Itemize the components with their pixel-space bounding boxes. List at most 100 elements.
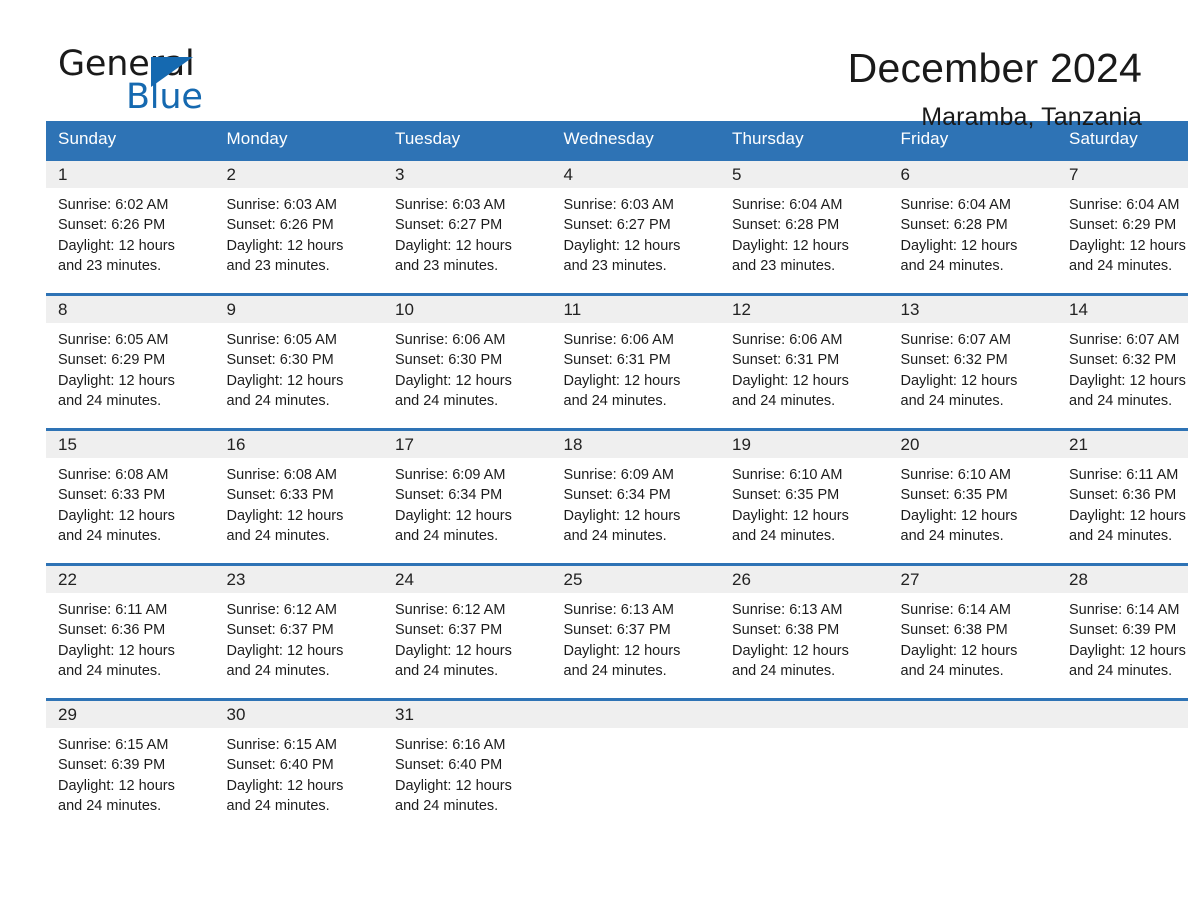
day-cell[interactable]: 30 Sunrise: 6:15 AM Sunset: 6:40 PM Dayligh… xyxy=(214,698,383,833)
day-cell[interactable]: 8 Sunrise: 6:05 AM Sunset: 6:29 PM Daylight… xyxy=(46,293,215,430)
day-cell[interactable]: 3 Sunrise: 6:03 AM Sunset: 6:27 PM Daylight… xyxy=(383,158,552,295)
day-cell[interactable]: 31 Sunrise: 6:16 AM Sunset: 6:40 PM Dayligh… xyxy=(383,698,552,833)
day-cell[interactable]: 17 Sunrise: 6:09 AM Sunset: 6:34 PM Dayligh… xyxy=(383,428,552,565)
day-number: 14 xyxy=(1057,296,1188,323)
day-cell[interactable]: 10 Sunrise: 6:06 AM Sunset: 6:30 PM Dayligh… xyxy=(383,293,552,430)
day-cell[interactable]: 16 Sunrise: 6:08 AM Sunset: 6:33 PM Dayligh… xyxy=(214,428,383,565)
sunrise-text: Sunrise: 6:16 AM xyxy=(395,737,506,753)
day-cell[interactable]: 11 Sunrise: 6:06 AM Sunset: 6:31 PM Dayligh… xyxy=(551,293,721,430)
day-cell[interactable]: 2 Sunrise: 6:03 AM Sunset: 6:26 PM Daylight… xyxy=(214,158,383,295)
sunrise-text: Sunrise: 6:09 AM xyxy=(395,467,506,483)
sunrise-text: Sunrise: 6:04 AM xyxy=(1069,197,1180,213)
day-number: 21 xyxy=(1057,431,1188,458)
day-number: 25 xyxy=(551,566,720,593)
sunset-text: Sunset: 6:38 PM xyxy=(732,622,840,639)
day-number: 13 xyxy=(888,296,1057,323)
daylight-text-line2: and 24 minutes. xyxy=(395,797,499,814)
daylight-text-line1: Daylight: 12 hours xyxy=(1069,507,1186,524)
day-cell[interactable]: 29 Sunrise: 6:15 AM Sunset: 6:39 PM Dayligh… xyxy=(46,698,215,833)
daylight-text-line2: and 23 minutes. xyxy=(563,257,667,274)
day-cell[interactable]: 15 Sunrise: 6:08 AM Sunset: 6:33 PM Dayligh… xyxy=(46,428,215,565)
day-cell-empty xyxy=(551,698,720,833)
sunrise-text: Sunrise: 6:08 AM xyxy=(226,467,337,483)
day-cell-empty xyxy=(1057,698,1188,833)
day-cell[interactable]: 22 Sunrise: 6:11 AM Sunset: 6:36 PM Dayligh… xyxy=(46,563,215,700)
day-details: Sunrise: 6:14 AM Sunset: 6:38 PM Daylight:… xyxy=(889,593,1058,681)
sunset-text: Sunset: 6:33 PM xyxy=(58,487,166,504)
day-details: Sunrise: 6:10 AM Sunset: 6:35 PM Daylight:… xyxy=(889,458,1058,546)
day-cell[interactable]: 19 Sunrise: 6:10 AM Sunset: 6:35 PM Dayligh… xyxy=(720,428,889,565)
day-number: 30 xyxy=(214,701,383,728)
day-cell-empty xyxy=(720,698,889,833)
daylight-text-line1: Daylight: 12 hours xyxy=(395,642,512,659)
day-number: 10 xyxy=(383,296,552,323)
daylight-text-line1: Daylight: 12 hours xyxy=(732,507,849,524)
day-cell[interactable]: 23 Sunrise: 6:12 AM Sunset: 6:37 PM Dayligh… xyxy=(214,563,383,700)
day-cell[interactable]: 21 Sunrise: 6:11 AM Sunset: 6:36 PM Dayligh… xyxy=(1057,428,1188,565)
day-cell[interactable]: 1 Sunrise: 6:02 AM Sunset: 6:26 PM Daylight… xyxy=(46,158,215,295)
daylight-text-line1: Daylight: 12 hours xyxy=(900,372,1018,389)
day-cell[interactable]: 7 Sunrise: 6:04 AM Sunset: 6:29 PM Daylight… xyxy=(1057,158,1188,295)
day-number: 24 xyxy=(383,566,552,593)
day-cell[interactable]: 13 Sunrise: 6:07 AM Sunset: 6:32 PM Dayligh… xyxy=(888,293,1057,430)
daylight-text-line2: and 24 minutes. xyxy=(226,797,330,814)
page-title: December 2024 xyxy=(847,45,1142,91)
day-details: Sunrise: 6:06 AM Sunset: 6:31 PM Daylight:… xyxy=(552,323,721,411)
day-cell[interactable]: 12 Sunrise: 6:06 AM Sunset: 6:31 PM Dayligh… xyxy=(720,293,889,430)
sunset-text: Sunset: 6:40 PM xyxy=(395,757,503,774)
daylight-text-line1: Daylight: 12 hours xyxy=(226,642,344,659)
daylight-text-line1: Daylight: 12 hours xyxy=(395,372,512,389)
day-cell[interactable]: 14 Sunrise: 6:07 AM Sunset: 6:32 PM Dayligh… xyxy=(1057,293,1188,430)
daylight-text-line1: Daylight: 12 hours xyxy=(58,237,175,254)
sunset-text: Sunset: 6:29 PM xyxy=(58,352,166,369)
weekday-header-wednesday: Wednesday xyxy=(551,121,720,160)
day-number xyxy=(888,701,1057,728)
sunrise-text: Sunrise: 6:06 AM xyxy=(732,332,843,348)
sunset-text: Sunset: 6:36 PM xyxy=(1069,487,1177,504)
day-cell[interactable]: 24 Sunrise: 6:12 AM Sunset: 6:37 PM Dayligh… xyxy=(383,563,552,700)
sunset-text: Sunset: 6:30 PM xyxy=(226,352,334,369)
day-cell[interactable]: 4 Sunrise: 6:03 AM Sunset: 6:27 PM Daylight… xyxy=(551,158,720,295)
daylight-text-line1: Daylight: 12 hours xyxy=(1069,372,1186,389)
daylight-text-line2: and 24 minutes. xyxy=(1069,257,1173,274)
day-details: Sunrise: 6:04 AM Sunset: 6:28 PM Daylight:… xyxy=(720,188,889,276)
day-cell[interactable]: 27 Sunrise: 6:14 AM Sunset: 6:38 PM Dayligh… xyxy=(888,563,1058,700)
day-cell[interactable]: 25 Sunrise: 6:13 AM Sunset: 6:37 PM Dayligh… xyxy=(551,563,720,700)
sunrise-text: Sunrise: 6:09 AM xyxy=(563,467,674,483)
sunrise-text: Sunrise: 6:10 AM xyxy=(900,467,1011,483)
day-details: Sunrise: 6:06 AM Sunset: 6:31 PM Daylight:… xyxy=(720,323,889,411)
title-block: December 2024 Maramba, Tanzania xyxy=(848,44,1142,132)
day-details: Sunrise: 6:09 AM Sunset: 6:34 PM Daylight:… xyxy=(552,458,721,546)
sunrise-text: Sunrise: 6:04 AM xyxy=(900,197,1011,213)
calendar-body: 1 Sunrise: 6:02 AM Sunset: 6:26 PM Daylight… xyxy=(46,158,1188,833)
calendar-page: General Blue December 2024 Maramba, Tanz… xyxy=(0,0,1188,918)
sunset-text: Sunset: 6:26 PM xyxy=(226,217,334,234)
day-cell[interactable]: 18 Sunrise: 6:09 AM Sunset: 6:34 PM Dayligh… xyxy=(551,428,721,565)
day-number: 12 xyxy=(720,296,889,323)
sunset-text: Sunset: 6:35 PM xyxy=(732,487,840,504)
sunset-text: Sunset: 6:36 PM xyxy=(58,622,166,639)
sunrise-text: Sunrise: 6:14 AM xyxy=(1069,602,1180,618)
week-row: 1 Sunrise: 6:02 AM Sunset: 6:26 PM Daylight… xyxy=(46,158,1188,295)
day-cell[interactable]: 28 Sunrise: 6:14 AM Sunset: 6:39 PM Dayligh… xyxy=(1057,563,1188,700)
daylight-text-line1: Daylight: 12 hours xyxy=(395,777,512,794)
daylight-text-line2: and 24 minutes. xyxy=(58,527,162,544)
sunrise-text: Sunrise: 6:03 AM xyxy=(395,197,506,213)
sunrise-text: Sunrise: 6:13 AM xyxy=(732,602,843,618)
sunset-text: Sunset: 6:27 PM xyxy=(395,217,503,234)
sunrise-text: Sunrise: 6:08 AM xyxy=(58,467,169,483)
weekday-header-tuesday: Tuesday xyxy=(383,121,552,160)
daylight-text-line1: Daylight: 12 hours xyxy=(395,507,512,524)
daylight-text-line2: and 24 minutes. xyxy=(563,527,667,544)
daylight-text-line2: and 24 minutes. xyxy=(58,392,162,409)
day-cell[interactable]: 5 Sunrise: 6:04 AM Sunset: 6:28 PM Daylight… xyxy=(720,158,889,295)
location-subtitle: Maramba, Tanzania xyxy=(921,103,1142,132)
sunset-text: Sunset: 6:34 PM xyxy=(395,487,503,504)
day-cell[interactable]: 20 Sunrise: 6:10 AM Sunset: 6:35 PM Dayligh… xyxy=(888,428,1058,565)
day-cell[interactable]: 9 Sunrise: 6:05 AM Sunset: 6:30 PM Daylight… xyxy=(214,293,383,430)
sunset-text: Sunset: 6:33 PM xyxy=(226,487,334,504)
day-cell[interactable]: 26 Sunrise: 6:13 AM Sunset: 6:38 PM Dayligh… xyxy=(720,563,889,700)
day-cell[interactable]: 6 Sunrise: 6:04 AM Sunset: 6:28 PM Daylight… xyxy=(888,158,1057,295)
day-details: Sunrise: 6:11 AM Sunset: 6:36 PM Daylight:… xyxy=(1057,458,1188,546)
daylight-text-line1: Daylight: 12 hours xyxy=(58,642,175,659)
